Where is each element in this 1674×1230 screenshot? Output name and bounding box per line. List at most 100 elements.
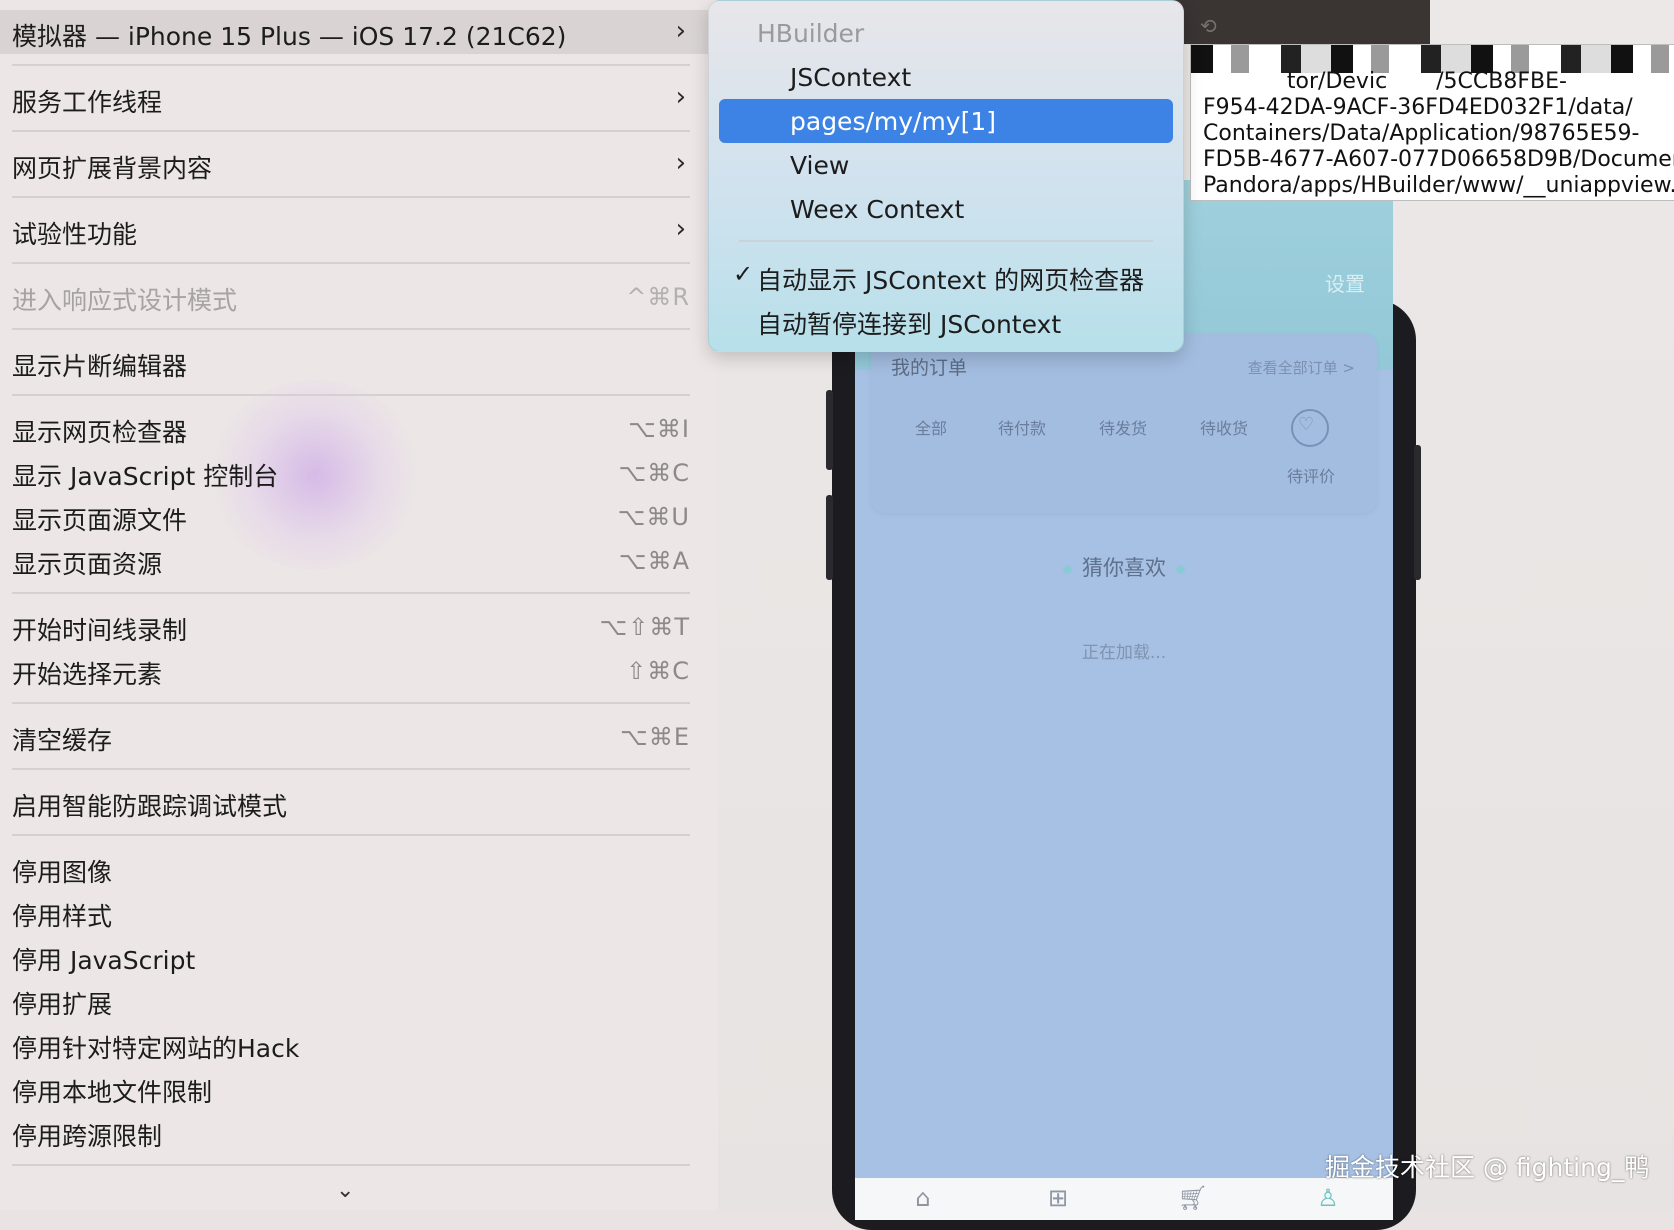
heart-icon: ♡ (1298, 414, 1315, 435)
submenu-item-weex-context[interactable]: Weex Context (719, 187, 1173, 231)
order-tab-all[interactable]: 全部 (891, 415, 971, 439)
rotate-icon[interactable]: ⟲ (1200, 14, 1217, 38)
submenu-item-pages-my[interactable]: pages/my/my[1] (719, 99, 1173, 143)
menu-item-label: 开始选择元素 (12, 660, 163, 689)
menu-item-shortcut: ⌥⌘E (620, 723, 690, 751)
menu-item-page-resources[interactable]: 显示页面资源 ⌥⌘A (0, 538, 718, 582)
menu-item-experimental-features[interactable]: 试验性功能 › (0, 208, 718, 252)
menu-item-web-inspector[interactable]: 显示网页检查器 ⌥⌘I (0, 406, 718, 450)
menu-separator (12, 1164, 690, 1166)
menu-item-label: 服务工作线程 (12, 88, 163, 117)
watermark: 掘金技术社区 @ fighting_鸭 (1325, 1153, 1650, 1182)
menu-item-shortcut: ⇧⌘C (626, 657, 690, 685)
volume-down-button[interactable] (826, 495, 833, 580)
simulator-submenu: HBuilder JSContext pages/my/my[1] View W… (708, 0, 1184, 352)
menu-item-js-console[interactable]: 显示 JavaScript 控制台 ⌥⌘C (0, 450, 718, 494)
chevron-down-icon[interactable]: ⌄ (336, 1178, 354, 1203)
menu-item-select-element[interactable]: 开始选择元素 ⇧⌘C (0, 648, 718, 692)
menu-item-label: 停用扩展 (12, 990, 113, 1019)
order-tab-unpaid[interactable]: 待付款 (982, 415, 1062, 439)
submenu-item-jscontext[interactable]: JSContext (719, 55, 1173, 99)
chevron-right-icon: › (675, 16, 686, 46)
tooltip-text: tor/Devic /5CCB8FBE- F954-42DA-9ACF-36FD… (1203, 69, 1674, 198)
order-tab-review[interactable]: 待评价 (1281, 463, 1341, 487)
menu-item-label: 停用针对特定网站的Hack (12, 1034, 300, 1063)
menu-item-label: 显示页面资源 (12, 550, 163, 579)
menu-separator (12, 130, 690, 132)
submenu-option-label: 自动显示 JSContext 的网页检查器 (757, 266, 1145, 295)
menu-item-extension-background[interactable]: 网页扩展背景内容 › (0, 142, 718, 186)
menu-item-simulator[interactable]: 模拟器 — iPhone 15 Plus — iOS 17.2 (21C62) … (0, 10, 718, 54)
cart-icon[interactable]: 🛒︎ (1173, 1184, 1213, 1212)
menu-separator (12, 262, 690, 264)
settings-link[interactable]: 设置 (1325, 268, 1365, 297)
menu-separator (12, 702, 690, 704)
menu-item-shortcut: ⌥⌘C (618, 459, 690, 487)
menu-item-label: 显示页面源文件 (12, 506, 188, 535)
menu-item-label: 停用本地文件限制 (12, 1078, 213, 1107)
tab-bar: ⌂ ⊞ 🛒︎ ♙ (855, 1178, 1393, 1220)
chevron-right-icon: › (675, 148, 686, 178)
menu-item-label: 清空缓存 (12, 726, 113, 755)
guess-title: 猜你喜欢 (1082, 556, 1166, 580)
menu-item-empty-caches[interactable]: 清空缓存 ⌥⌘E (0, 714, 718, 758)
loading-text: 正在加载... (1081, 643, 1167, 663)
view-all-orders-link[interactable]: 查看全部订单 > (1248, 357, 1355, 378)
menu-item-label: 停用跨源限制 (12, 1122, 163, 1151)
menu-item-label: 启用智能防跟踪调试模式 (12, 792, 288, 821)
menu-item-service-workers[interactable]: 服务工作线程 › (0, 76, 718, 120)
order-tab-unreceived[interactable]: 待收货 (1184, 415, 1264, 439)
submenu-option-label: 自动暂停连接到 JSContext (757, 310, 1062, 339)
category-icon[interactable]: ⊞ (1038, 1184, 1078, 1212)
menu-item-timeline-recording[interactable]: 开始时间线录制 ⌥⇧⌘T (0, 604, 718, 648)
submenu-item-label: JSContext (790, 63, 912, 92)
menu-separator (739, 240, 1153, 242)
menu-separator (12, 592, 690, 594)
menu-item-label: 显示片断编辑器 (12, 352, 188, 381)
path-tooltip: tor/Devic /5CCB8FBE- F954-42DA-9ACF-36FD… (1190, 44, 1674, 201)
menu-separator (12, 394, 690, 396)
menu-item-shortcut: ⌥⇧⌘T (599, 613, 690, 641)
submenu-option-auto-pause[interactable]: 自动暂停连接到 JSContext (719, 297, 1173, 341)
user-icon[interactable]: ♙ (1308, 1184, 1348, 1212)
menu-item-label: 模拟器 — iPhone 15 Plus — iOS 17.2 (21C62) (12, 22, 567, 51)
menu-item-label: 显示 JavaScript 控制台 (12, 462, 279, 491)
menu-item-page-source[interactable]: 显示页面源文件 ⌥⌘U (0, 494, 718, 538)
power-button[interactable] (1414, 445, 1421, 580)
menu-separator (12, 768, 690, 770)
menu-item-label: 网页扩展背景内容 (12, 154, 213, 183)
menu-item-disable-cross-origin-restrictions[interactable]: 停用跨源限制 (0, 1110, 718, 1154)
menu-item-shortcut: ⌥⌘I (628, 415, 690, 443)
guess-you-like-heading: 猜你喜欢 (855, 552, 1393, 582)
menu-item-disable-local-file-restrictions[interactable]: 停用本地文件限制 (0, 1066, 718, 1110)
submenu-item-view[interactable]: View (719, 143, 1173, 187)
submenu-header: HBuilder (757, 19, 865, 48)
menu-item-shortcut: ⌥⌘A (618, 547, 690, 575)
menu-item-label: 显示网页检查器 (12, 418, 188, 447)
menu-separator (12, 834, 690, 836)
menu-item-shortcut: ^⌘R (626, 283, 690, 311)
menu-item-disable-styles[interactable]: 停用样式 (0, 890, 718, 934)
menu-item-disable-javascript[interactable]: 停用 JavaScript (0, 934, 718, 978)
order-card: 我的订单 查看全部订单 > 全部 待付款 待发货 待收货 ♡ 待评价 (871, 333, 1377, 513)
submenu-item-label: Weex Context (790, 195, 965, 224)
submenu-item-label: pages/my/my[1] (790, 107, 997, 136)
menu-separator (12, 328, 690, 330)
order-title: 我的订单 (891, 357, 968, 379)
order-tab-unshipped[interactable]: 待发货 (1083, 415, 1163, 439)
menu-item-snippet-editor[interactable]: 显示片断编辑器 (0, 340, 718, 384)
home-icon[interactable]: ⌂ (903, 1184, 943, 1212)
menu-item-disable-site-hacks[interactable]: 停用针对特定网站的Hack (0, 1022, 718, 1066)
dot-icon (1063, 564, 1072, 574)
volume-up-button[interactable] (826, 390, 833, 470)
menu-item-shortcut: ⌥⌘U (617, 503, 690, 531)
menu-item-label: 进入响应式设计模式 (12, 286, 238, 315)
menu-item-label: 试验性功能 (12, 220, 138, 249)
menu-item-disable-images[interactable]: 停用图像 (0, 846, 718, 890)
simulator-toolbar: ⟲ (1150, 0, 1430, 44)
menu-item-itp-debug-mode[interactable]: 启用智能防跟踪调试模式 (0, 780, 718, 824)
submenu-option-auto-show-inspector[interactable]: ✓ 自动显示 JSContext 的网页检查器 (719, 253, 1173, 297)
menu-separator (12, 64, 690, 66)
chevron-right-icon: › (675, 82, 686, 112)
menu-item-disable-extensions[interactable]: 停用扩展 (0, 978, 718, 1022)
